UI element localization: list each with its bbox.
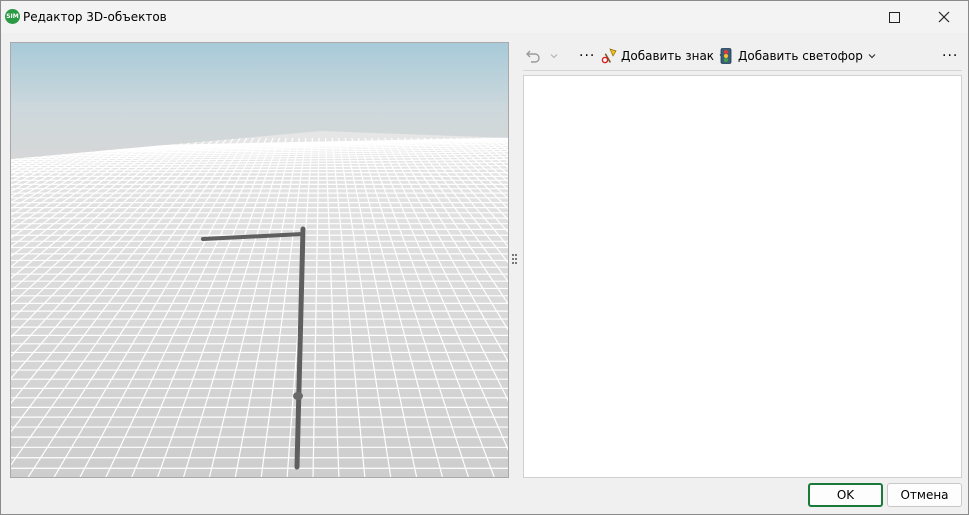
toolbar: ··· Добавить знак Добавить светофор ···	[523, 42, 962, 70]
maximize-button[interactable]	[871, 1, 917, 33]
add-sign-button[interactable]: Добавить знак	[601, 42, 728, 70]
app-logo-icon: SIM	[5, 9, 20, 24]
road-sign-icon	[601, 48, 617, 64]
close-button[interactable]	[921, 1, 967, 33]
close-icon	[938, 11, 950, 23]
window-title: Редактор 3D-объектов	[23, 10, 167, 24]
toolbar-divider	[523, 70, 962, 71]
overflow-menu-button[interactable]: ···	[942, 42, 958, 70]
ground-plane	[11, 131, 508, 477]
maximize-icon	[888, 11, 900, 23]
undo-button[interactable]	[525, 42, 559, 70]
add-traffic-light-label: Добавить светофор	[738, 49, 863, 63]
traffic-light-icon	[720, 48, 732, 64]
ok-button[interactable]: OK	[808, 483, 883, 507]
title-bar: SIM Редактор 3D-объектов	[1, 1, 968, 33]
add-sign-label: Добавить знак	[621, 49, 715, 63]
chevron-down-icon	[550, 54, 558, 59]
splitter-grip[interactable]	[512, 254, 518, 266]
cancel-button[interactable]: Отмена	[887, 483, 962, 507]
3d-viewport[interactable]	[10, 42, 509, 478]
undo-icon	[526, 50, 540, 63]
more-options-button[interactable]: ···	[579, 42, 595, 70]
properties-panel[interactable]	[523, 75, 962, 478]
chevron-down-icon	[868, 54, 876, 59]
add-traffic-light-button[interactable]: Добавить светофор	[718, 42, 877, 70]
